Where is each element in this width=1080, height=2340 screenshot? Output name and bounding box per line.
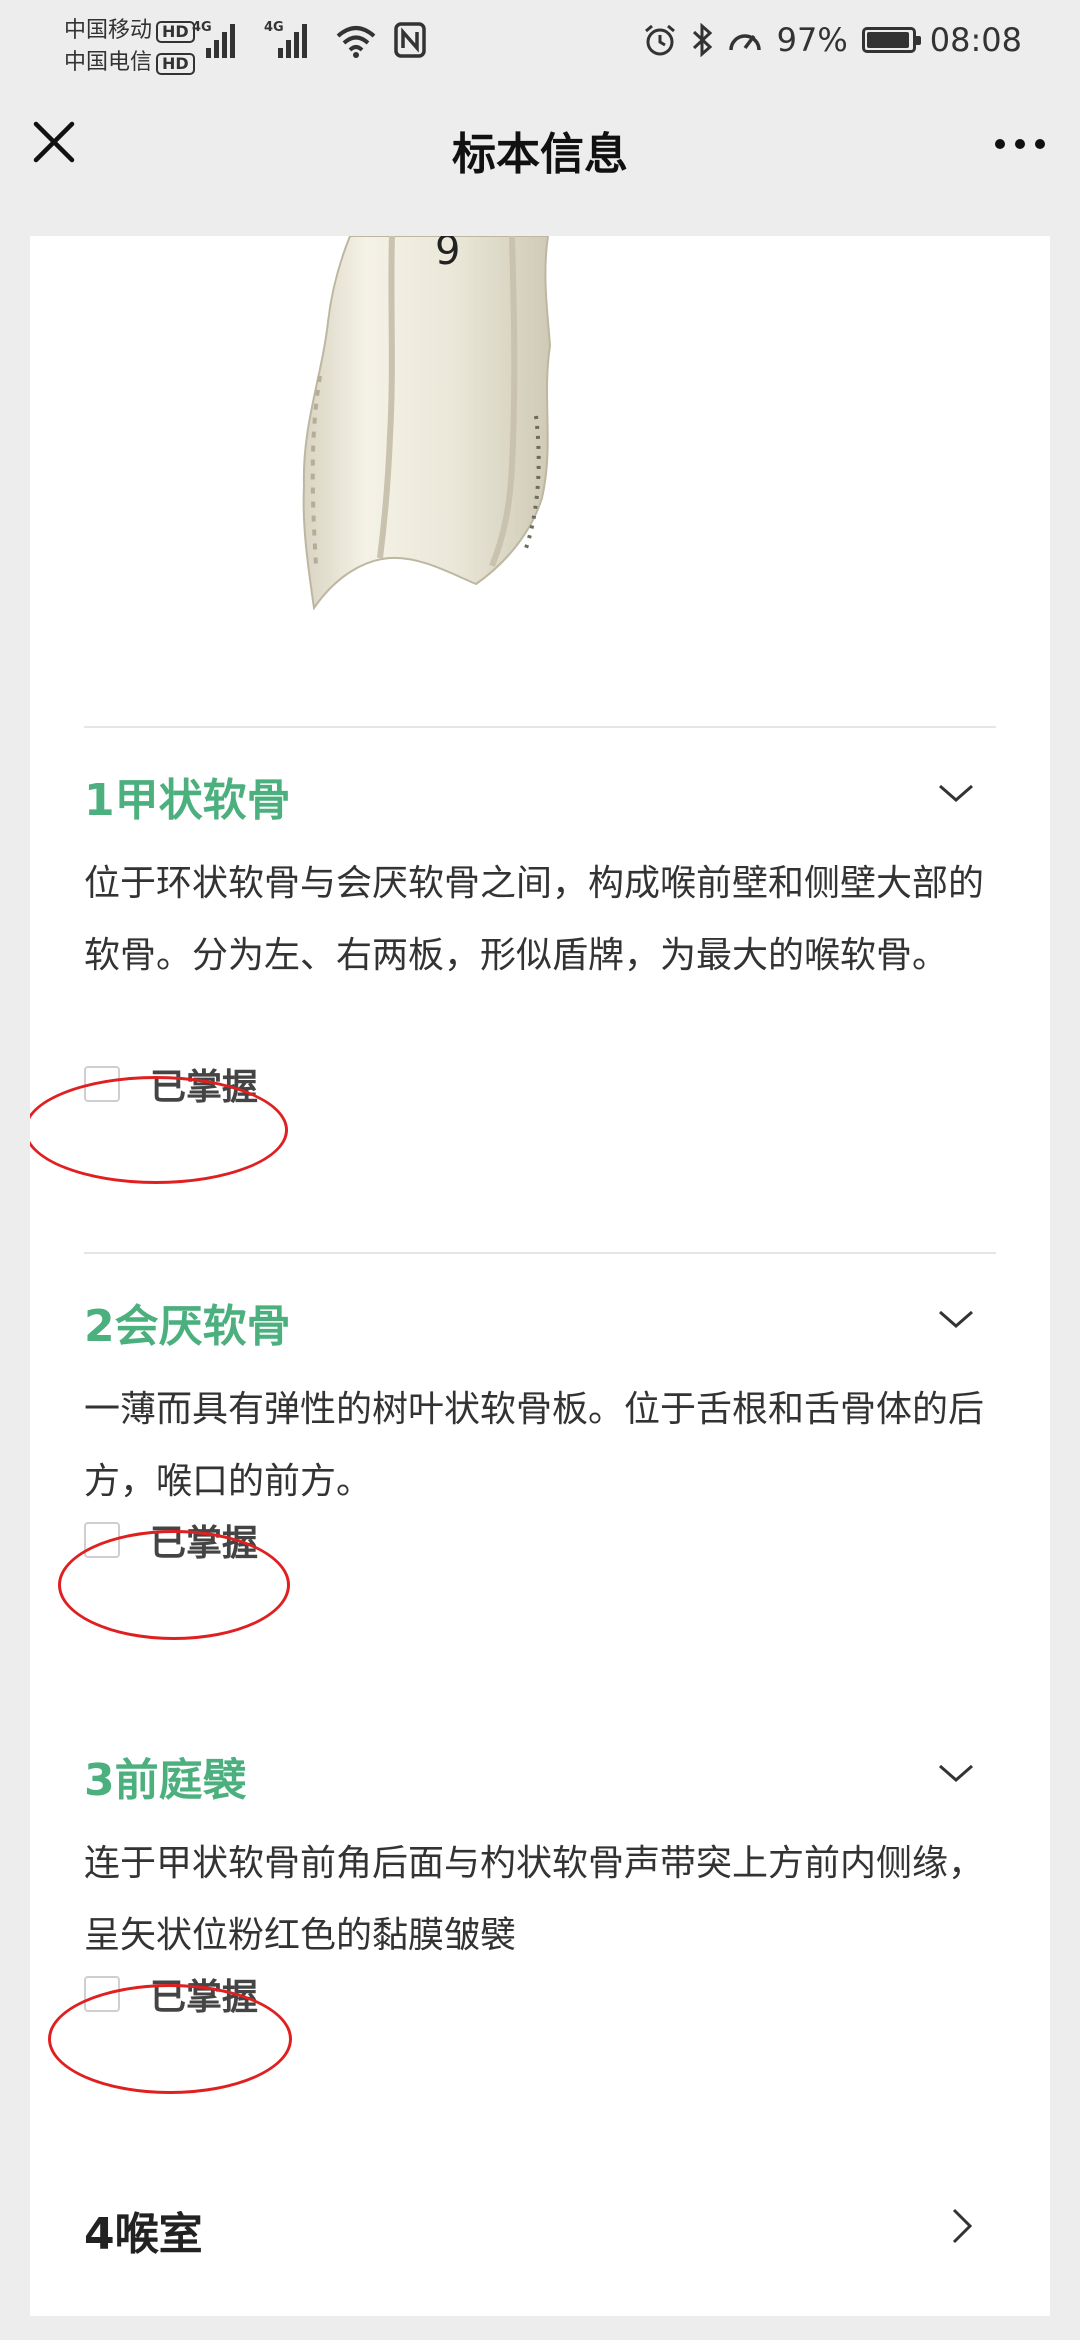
signal-icon: 4G — [192, 18, 246, 58]
section-2: 2会厌软骨 一薄而具有弹性的树叶状软骨板。位于舌根和舌骨体的后方，喉口的前方。 … — [84, 1290, 996, 1564]
mastered-label: 已掌握 — [150, 1067, 259, 1108]
section-1: 1甲状软骨 位于环状软骨与会厌软骨之间，构成喉前壁和侧壁大部的软骨。分为左、右两… — [84, 764, 996, 1108]
hd-badge: HD — [156, 21, 195, 43]
speed-icon — [728, 34, 761, 51]
signal-icon: 4G — [264, 18, 318, 58]
chevron-down-icon[interactable] — [936, 1758, 976, 1788]
clock-time: 08:08 — [929, 21, 1022, 59]
chevron-right-icon[interactable] — [946, 2206, 976, 2246]
section-4[interactable]: 4喉室 — [84, 2198, 996, 2268]
mastered-checkbox-3[interactable]: 已掌握 — [84, 1968, 258, 2020]
divider — [84, 1252, 996, 1254]
specimen-image: 9 — [302, 236, 552, 611]
status-right: 97% 08:08 — [643, 18, 1022, 62]
wifi-icon — [336, 26, 376, 58]
section-1-title[interactable]: 1甲状软骨 — [84, 764, 291, 828]
mastered-checkbox-2[interactable]: 已掌握 — [84, 1514, 258, 1566]
battery-fill — [866, 32, 910, 48]
more-options-button[interactable] — [990, 124, 1050, 164]
section-1-description: 位于环状软骨与会厌软骨之间，构成喉前壁和侧壁大部的软骨。分为左、右两板，形似盾牌… — [84, 863, 985, 976]
status-bar: 中国移动 HD 中国电信 HD 4G 4G 97% 08:08 — [0, 0, 1080, 84]
carrier-1: 中国移动 HD — [64, 12, 195, 44]
section-3: 3前庭襞 连于甲状软骨前角后面与杓状软骨声带突上方前内侧缘，呈矢状位粉红色的黏膜… — [84, 1744, 996, 2018]
carrier-1-name: 中国移动 — [64, 18, 153, 43]
specimen-label: 9 — [435, 236, 460, 274]
page-title: 标本信息 — [452, 129, 628, 180]
nfc-icon — [394, 22, 426, 58]
chevron-down-icon[interactable] — [936, 1304, 976, 1334]
section-2-description: 一薄而具有弹性的树叶状软骨板。位于舌根和舌骨体的后方，喉口的前方。 — [84, 1389, 985, 1502]
alarm-icon — [644, 24, 675, 56]
checkbox[interactable] — [84, 1976, 120, 2012]
battery-icon — [861, 27, 921, 53]
carrier-2-name: 中国电信 — [64, 50, 153, 75]
battery-percent: 97% — [776, 21, 848, 59]
divider — [84, 726, 996, 728]
mastered-label: 已掌握 — [150, 1977, 259, 2018]
section-3-title[interactable]: 3前庭襞 — [84, 1744, 247, 1808]
signal-indicators: 4G 4G — [192, 18, 426, 58]
chevron-down-icon[interactable] — [936, 778, 976, 808]
bluetooth-icon — [692, 23, 712, 57]
checkbox[interactable] — [84, 1066, 120, 1102]
section-3-description: 连于甲状软骨前角后面与杓状软骨声带突上方前内侧缘，呈矢状位粉红色的黏膜皱襞 — [84, 1843, 985, 1956]
mastered-checkbox-1[interactable]: 已掌握 — [84, 1058, 258, 1110]
checkbox[interactable] — [84, 1522, 120, 1558]
title-bar: 标本信息 — [0, 84, 1080, 210]
hd-badge: HD — [156, 53, 195, 75]
content-card: 9 1甲状软骨 位于环状软骨与会厌软骨之间，构成喉前壁和侧壁大部的软骨。分为左、… — [30, 236, 1050, 2316]
section-2-title[interactable]: 2会厌软骨 — [84, 1290, 291, 1354]
section-4-title[interactable]: 4喉室 — [84, 2198, 203, 2262]
mastered-label: 已掌握 — [150, 1523, 259, 1564]
carrier-2: 中国电信 HD — [64, 44, 195, 76]
more-icon — [995, 139, 1045, 149]
